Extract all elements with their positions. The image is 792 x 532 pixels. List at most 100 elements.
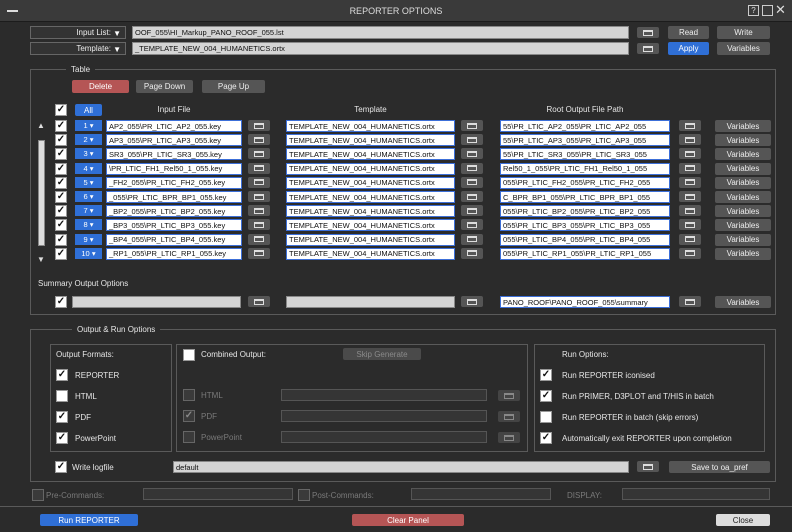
template-field[interactable]: TEMPLATE_NEW_004_HUMANETICS.ortx bbox=[286, 191, 455, 203]
post-commands-field[interactable] bbox=[411, 488, 551, 500]
row-checkbox[interactable]: ✓ bbox=[55, 162, 67, 175]
run-option-checkbox[interactable]: ✓ bbox=[540, 369, 552, 381]
row-checkbox[interactable]: ✓ bbox=[55, 134, 67, 147]
template-folder-button[interactable] bbox=[461, 247, 483, 259]
template-folder-button[interactable] bbox=[461, 191, 483, 202]
output-path-field[interactable]: 55\PR_LTIC_AP3_055\PR_LTIC_AP3_055 bbox=[500, 134, 670, 147]
output-path-folder-button[interactable] bbox=[679, 233, 701, 245]
output-path-folder-button[interactable] bbox=[679, 134, 701, 146]
row-checkbox[interactable]: ✓ bbox=[55, 176, 67, 189]
output-path-field[interactable]: 55\PR_LTIC_SR3_055\PR_LTIC_SR3_055 bbox=[500, 148, 670, 161]
row-variables-button[interactable]: Variables bbox=[715, 191, 771, 203]
write-button[interactable]: Write bbox=[717, 26, 770, 39]
combined-folder-button[interactable] bbox=[498, 432, 520, 443]
apply-button[interactable]: Apply bbox=[668, 42, 709, 55]
input-file-folder-button[interactable] bbox=[248, 162, 270, 174]
output-path-folder-button[interactable] bbox=[679, 191, 701, 202]
output-path-field[interactable]: 55\PR_LTIC_AP2_055\PR_LTIC_AP2_055 bbox=[500, 120, 670, 132]
input-file-folder-button[interactable] bbox=[248, 247, 270, 259]
template-folder-button[interactable] bbox=[461, 176, 483, 188]
input-list-field[interactable]: OOF_055\HI_Markup_PANO_ROOF_055.lst bbox=[132, 26, 629, 39]
page-up-button[interactable]: Page Up bbox=[202, 80, 265, 93]
output-path-folder-button[interactable] bbox=[679, 219, 701, 231]
summary-template-folder-button[interactable] bbox=[461, 296, 483, 307]
input-file-field[interactable]: _BP3_055\PR_LTIC_BP3_055.key bbox=[106, 219, 242, 232]
run-option-checkbox[interactable]: ✓ bbox=[540, 432, 552, 444]
input-file-field[interactable]: _FH2_055\PR_LTIC_FH2_055.key bbox=[106, 176, 242, 189]
row-variables-button[interactable]: Variables bbox=[715, 233, 771, 246]
row-number-selector[interactable]: 7 ▾ bbox=[75, 205, 102, 217]
summary-variables-button[interactable]: Variables bbox=[715, 296, 771, 308]
input-file-folder-button[interactable] bbox=[248, 176, 270, 188]
template-selector[interactable]: Template: ▼ bbox=[30, 42, 126, 55]
input-file-folder-button[interactable] bbox=[248, 120, 270, 131]
row-number-selector[interactable]: 2 ▾ bbox=[75, 134, 102, 146]
pre-commands-checkbox[interactable] bbox=[32, 489, 44, 501]
input-file-folder-button[interactable] bbox=[248, 148, 270, 160]
combined-output-checkbox[interactable]: ✓ bbox=[183, 349, 195, 361]
template-folder-button[interactable] bbox=[461, 162, 483, 174]
row-checkbox[interactable]: ✓ bbox=[55, 120, 67, 132]
output-path-field[interactable]: Rel50_1_055\PR_LTIC_FH1_Rel50_1_055 bbox=[500, 162, 670, 175]
combined-path-field[interactable] bbox=[281, 431, 487, 443]
logfile-folder-button[interactable] bbox=[637, 461, 659, 472]
combined-format-checkbox[interactable]: ✓ bbox=[183, 410, 195, 422]
input-file-field[interactable]: SR3_055\PR_LTIC_SR3_055.key bbox=[106, 148, 242, 161]
summary-input-field[interactable] bbox=[72, 296, 241, 308]
template-folder-button[interactable] bbox=[461, 148, 483, 160]
scroll-up-icon[interactable]: ▲ bbox=[37, 121, 45, 130]
input-file-field[interactable]: AP3_055\PR_LTIC_AP3_055.key bbox=[106, 134, 242, 147]
template-folder-button[interactable] bbox=[461, 205, 483, 217]
variables-button[interactable]: Variables bbox=[717, 42, 770, 55]
maximize-icon[interactable] bbox=[762, 5, 773, 16]
clear-panel-button[interactable]: Clear Panel bbox=[352, 514, 464, 526]
template-field[interactable]: TEMPLATE_NEW_004_HUMANETICS.ortx bbox=[286, 247, 455, 260]
input-file-field[interactable]: _BP2_055\PR_LTIC_BP2_055.key bbox=[106, 205, 242, 218]
row-checkbox[interactable]: ✓ bbox=[55, 191, 67, 203]
output-path-folder-button[interactable] bbox=[679, 247, 701, 259]
input-file-folder-button[interactable] bbox=[248, 219, 270, 231]
output-path-field[interactable]: 055\PR_LTIC_BP4_055\PR_LTIC_BP4_055 bbox=[500, 233, 670, 246]
input-file-field[interactable]: _BP4_055\PR_LTIC_BP4_055.key bbox=[106, 233, 242, 246]
format-checkbox[interactable]: ✓ bbox=[56, 411, 68, 423]
output-path-folder-button[interactable] bbox=[679, 205, 701, 217]
format-checkbox[interactable]: ✓ bbox=[56, 390, 68, 402]
summary-template-field[interactable] bbox=[286, 296, 455, 308]
template-field[interactable]: TEMPLATE_NEW_004_HUMANETICS.ortx bbox=[286, 148, 455, 161]
scroll-down-icon[interactable]: ▼ bbox=[37, 255, 45, 264]
row-variables-button[interactable]: Variables bbox=[715, 176, 771, 189]
row-variables-button[interactable]: Variables bbox=[715, 162, 771, 175]
output-path-field[interactable]: 055\PR_LTIC_BP2_055\PR_LTIC_BP2_055 bbox=[500, 205, 670, 218]
summary-output-folder-button[interactable] bbox=[679, 296, 701, 307]
row-variables-button[interactable]: Variables bbox=[715, 205, 771, 218]
input-file-field[interactable]: _RP1_055\PR_LTIC_RP1_055.key bbox=[106, 247, 242, 260]
pre-commands-field[interactable] bbox=[143, 488, 293, 500]
close-button[interactable]: Close bbox=[716, 514, 770, 526]
row-variables-button[interactable]: Variables bbox=[715, 219, 771, 232]
read-button[interactable]: Read bbox=[668, 26, 709, 39]
template-field[interactable]: TEMPLATE_NEW_004_HUMANETICS.ortx bbox=[286, 233, 455, 246]
row-number-selector[interactable]: 4 ▾ bbox=[75, 162, 102, 174]
run-option-checkbox[interactable]: ✓ bbox=[540, 390, 552, 402]
summary-output-field[interactable]: PANO_ROOF\PANO_ROOF_055\summary bbox=[500, 296, 670, 308]
row-number-selector[interactable]: 9 ▾ bbox=[75, 233, 102, 245]
template-folder-button[interactable] bbox=[461, 120, 483, 131]
row-number-selector[interactable]: 1 ▾ bbox=[75, 120, 102, 131]
row-checkbox[interactable]: ✓ bbox=[55, 247, 67, 260]
template-field[interactable]: TEMPLATE_NEW_004_HUMANETICS.ortx bbox=[286, 176, 455, 189]
row-number-selector[interactable]: 5 ▾ bbox=[75, 176, 102, 188]
input-file-field[interactable]: AP2_055\PR_LTIC_AP2_055.key bbox=[106, 120, 242, 132]
output-path-folder-button[interactable] bbox=[679, 176, 701, 188]
row-checkbox[interactable]: ✓ bbox=[55, 219, 67, 232]
row-number-selector[interactable]: 6 ▾ bbox=[75, 191, 102, 202]
run-option-checkbox[interactable]: ✓ bbox=[540, 411, 552, 423]
delete-button[interactable]: Delete bbox=[72, 80, 129, 93]
template-folder-button[interactable] bbox=[461, 219, 483, 231]
template-folder-button[interactable] bbox=[637, 43, 659, 54]
save-pref-button[interactable]: Save to oa_pref bbox=[669, 461, 770, 473]
template-field[interactable]: TEMPLATE_NEW_004_HUMANETICS.ortx bbox=[286, 205, 455, 218]
row-variables-button[interactable]: Variables bbox=[715, 148, 771, 161]
template-field[interactable]: TEMPLATE_NEW_004_HUMANETICS.ortx bbox=[286, 134, 455, 147]
row-variables-button[interactable]: Variables bbox=[715, 120, 771, 132]
all-button[interactable]: All bbox=[75, 104, 102, 116]
